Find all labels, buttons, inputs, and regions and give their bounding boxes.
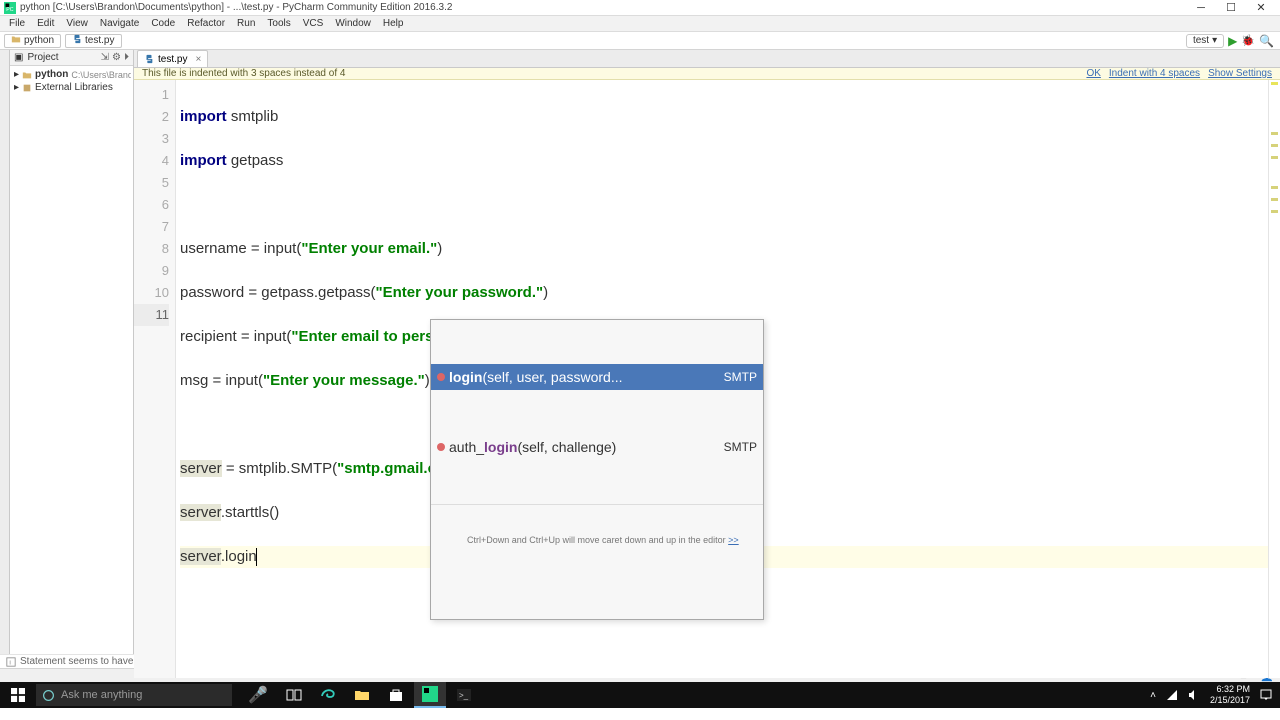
run-button[interactable]: ▶	[1228, 34, 1237, 48]
project-panel-header: ▣ Project ⇲ ⚙ ⏵	[10, 50, 133, 66]
minimize-button[interactable]: ─	[1190, 1, 1212, 15]
close-button[interactable]: ✕	[1250, 1, 1272, 15]
menu-help[interactable]: Help	[377, 18, 410, 29]
mic-icon[interactable]: 🎤	[242, 685, 274, 705]
main-area: ▣ Project ⇲ ⚙ ⏵ ▸ python C:\Users\Brando…	[0, 50, 1280, 654]
menu-tools[interactable]: Tools	[261, 18, 296, 29]
line-gutter: 1 2 3 4 5 6 7 8 9 10 11	[134, 80, 176, 678]
indent-warning-banner: This file is indented with 3 spaces inst…	[134, 68, 1280, 80]
autocomplete-hint: Ctrl+Down and Ctrl+Up will move caret do…	[431, 504, 763, 575]
task-view-icon[interactable]	[278, 682, 310, 708]
banner-show-settings-link[interactable]: Show Settings	[1208, 68, 1272, 79]
cortana-icon	[42, 689, 55, 702]
cmd-icon[interactable]: >_	[448, 682, 480, 708]
menu-edit[interactable]: Edit	[31, 18, 60, 29]
hide-icon[interactable]: ⏵	[124, 52, 129, 63]
method-icon	[437, 443, 445, 451]
info-icon: i	[6, 657, 16, 667]
title-bar: PC python [C:\Users\Brandon\Documents\py…	[0, 0, 1280, 16]
explorer-icon[interactable]	[346, 682, 378, 708]
tool-window-stripe[interactable]	[0, 50, 10, 654]
nav-bar: python test.py test ▾ ▶ 🐞 🔍	[0, 32, 1280, 50]
close-tab-icon[interactable]: ×	[195, 54, 201, 65]
code-content[interactable]: import smtplib import getpass username =…	[176, 80, 1268, 678]
project-panel: ▣ Project ⇲ ⚙ ⏵ ▸ python C:\Users\Brando…	[10, 50, 134, 654]
breadcrumb-folder[interactable]: python	[4, 34, 61, 48]
collapse-icon[interactable]: ⇲	[101, 52, 109, 63]
menu-bar: File Edit View Navigate Code Refactor Ru…	[0, 16, 1280, 32]
system-tray[interactable]: ˄ 6:32 PM 2/15/2017	[1150, 684, 1280, 706]
autocomplete-item[interactable]: auth_login(self, challenge) SMTP	[431, 434, 763, 460]
libs-icon	[22, 83, 32, 93]
window-controls: ─ ☐ ✕	[1190, 1, 1276, 15]
text-caret	[256, 548, 257, 566]
menu-run[interactable]: Run	[231, 18, 261, 29]
expand-icon[interactable]: ▸	[14, 82, 19, 93]
warning-mark[interactable]	[1271, 144, 1278, 147]
autocomplete-popup[interactable]: login(self, user, password... SMTP auth_…	[430, 319, 764, 620]
search-icon[interactable]: 🔍	[1259, 34, 1274, 48]
python-file-icon	[72, 34, 82, 47]
autocomplete-item[interactable]: login(self, user, password... SMTP	[431, 364, 763, 390]
banner-indent-link[interactable]: Indent with 4 spaces	[1109, 68, 1200, 79]
warning-mark[interactable]	[1271, 210, 1278, 213]
search-placeholder: Ask me anything	[61, 689, 142, 701]
expand-icon[interactable]: ▸	[14, 69, 19, 80]
error-stripe[interactable]	[1268, 80, 1280, 678]
tree-libs[interactable]: ▸ External Libraries	[12, 81, 131, 94]
start-button[interactable]	[0, 688, 36, 702]
gear-icon[interactable]: ⚙	[112, 52, 121, 63]
warning-mark[interactable]	[1271, 198, 1278, 201]
dropdown-icon: ▾	[1212, 35, 1217, 46]
tray-chevron-icon[interactable]: ˄	[1150, 690, 1156, 701]
maximize-button[interactable]: ☐	[1220, 1, 1242, 15]
taskbar-search[interactable]: Ask me anything	[36, 684, 232, 706]
svg-text:i: i	[9, 659, 11, 666]
code-editor[interactable]: 1 2 3 4 5 6 7 8 9 10 11 import smtplib i…	[134, 80, 1280, 678]
hint-link[interactable]: >>	[728, 535, 739, 545]
windows-taskbar: Ask me anything 🎤 >_ ˄ 6:32 PM 2/15/2017	[0, 682, 1280, 708]
method-icon	[437, 373, 445, 381]
pycharm-taskbar-icon[interactable]	[414, 682, 446, 708]
volume-icon[interactable]	[1188, 689, 1200, 701]
notifications-icon[interactable]	[1260, 689, 1272, 701]
svg-text:>_: >_	[459, 691, 469, 700]
menu-code[interactable]: Code	[145, 18, 181, 29]
banner-ok-link[interactable]: OK	[1086, 68, 1100, 79]
tree-root[interactable]: ▸ python C:\Users\Brandon\Do	[12, 68, 131, 81]
menu-file[interactable]: File	[3, 18, 31, 29]
debug-button[interactable]: 🐞	[1241, 34, 1255, 47]
project-icon: ▣	[14, 52, 23, 63]
warning-mark[interactable]	[1271, 132, 1278, 135]
window-title: python [C:\Users\Brandon\Documents\pytho…	[20, 2, 1190, 13]
menu-view[interactable]: View	[60, 18, 94, 29]
menu-window[interactable]: Window	[329, 18, 377, 29]
svg-text:PC: PC	[6, 7, 14, 13]
editor-area: test.py × This file is indented with 3 s…	[134, 50, 1280, 654]
editor-tabs: test.py ×	[134, 50, 1280, 68]
tab-test-py[interactable]: test.py ×	[137, 50, 208, 67]
python-file-icon	[144, 54, 154, 64]
run-config-selector[interactable]: test ▾	[1186, 34, 1224, 48]
menu-vcs[interactable]: VCS	[297, 18, 330, 29]
edge-icon[interactable]	[312, 682, 344, 708]
clock[interactable]: 6:32 PM 2/15/2017	[1210, 684, 1250, 706]
store-icon[interactable]	[380, 682, 412, 708]
menu-navigate[interactable]: Navigate	[94, 18, 145, 29]
project-tree[interactable]: ▸ python C:\Users\Brandon\Do ▸ External …	[10, 66, 133, 96]
warning-mark[interactable]	[1271, 186, 1278, 189]
folder-icon	[11, 34, 21, 47]
breadcrumb-file[interactable]: test.py	[65, 34, 121, 48]
app-icon: PC	[4, 2, 16, 14]
warning-mark[interactable]	[1271, 156, 1278, 159]
banner-message: This file is indented with 3 spaces inst…	[142, 68, 345, 79]
network-icon[interactable]	[1166, 689, 1178, 701]
project-title: Project	[27, 52, 58, 63]
folder-icon	[22, 70, 32, 80]
warning-mark[interactable]	[1271, 82, 1278, 85]
menu-refactor[interactable]: Refactor	[181, 18, 231, 29]
